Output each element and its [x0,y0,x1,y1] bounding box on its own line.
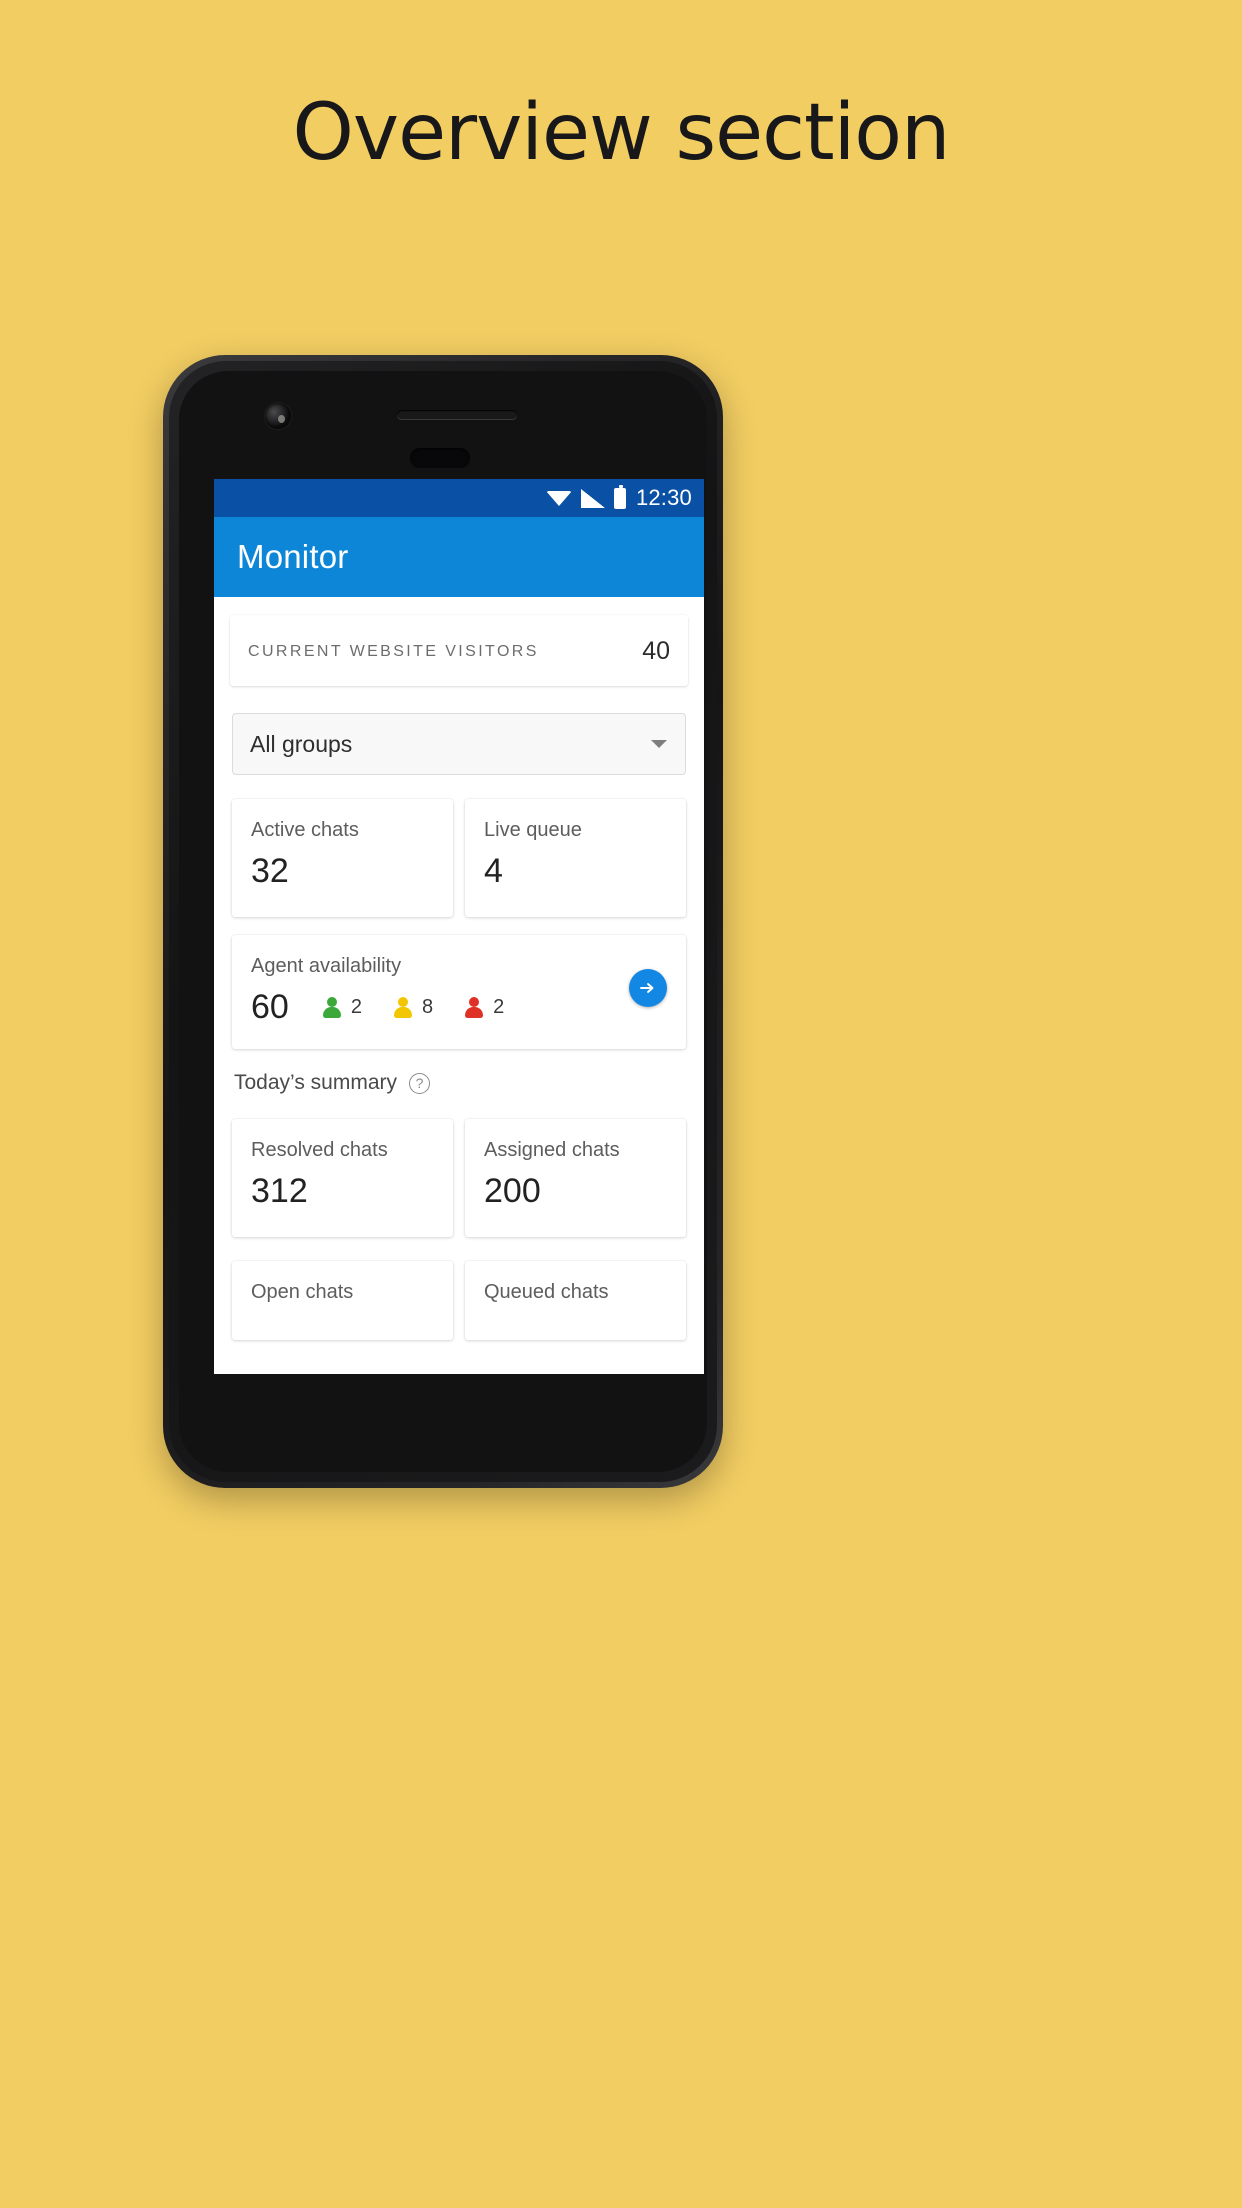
battery-icon [613,484,626,509]
main-content: CURRENT WEBSITE VISITORS 40 All groups A… [214,597,704,1374]
metric-card-assigned-chats[interactable]: Assigned chats 200 [465,1119,686,1237]
metrics-row-summary-2: Open chats Queued chats [232,1261,686,1340]
metric-label: Open chats [251,1281,354,1303]
metric-value: 200 [484,1172,541,1210]
front-camera-icon [265,403,291,429]
current-visitors-label: CURRENT WEBSITE VISITORS [248,642,539,660]
device-body: 12:30 Monitor CURRENT WEBSITE VISITORS 4… [169,361,717,1482]
metric-card-live-queue[interactable]: Live queue 4 [465,799,686,917]
group-filter-dropdown[interactable]: All groups [232,713,686,775]
chevron-down-icon[interactable] [651,740,667,748]
metric-card-open-chats[interactable]: Open chats [232,1261,453,1340]
metric-card-resolved-chats[interactable]: Resolved chats 312 [232,1119,453,1237]
help-icon[interactable]: ? [409,1072,430,1094]
metric-card-active-chats[interactable]: Active chats 32 [232,799,453,917]
metric-card-queued-chats[interactable]: Queued chats [465,1261,686,1340]
agent-availability-label: Agent availability [251,955,402,977]
metric-label: Live queue [484,819,582,841]
device-bezel: 12:30 Monitor CURRENT WEBSITE VISITORS 4… [179,371,707,1472]
group-filter-value: All groups [250,730,353,757]
metric-value: 32 [251,852,289,890]
agent-status-not-accepting: 8 [393,996,434,1019]
status-bar-clock: 12:30 [635,485,692,510]
speaker-grille [397,410,517,419]
earpiece-speaker [410,448,470,468]
app-bar: Monitor [214,517,704,597]
current-visitors-value: 40 [642,637,670,665]
metric-value: 4 [484,852,503,890]
phone-screen: 12:30 Monitor CURRENT WEBSITE VISITORS 4… [214,479,704,1374]
todays-summary-header: Today’s summary ? [234,1071,704,1095]
agent-status-count: 2 [350,996,362,1018]
app-bar-title: Monitor [237,538,349,575]
metric-label: Active chats [251,819,359,841]
agent-availability-row: 60 2 8 2 [251,988,667,1027]
metrics-row-summary-1: Resolved chats 312 Assigned chats 200 [232,1119,686,1237]
agent-availability-details-button[interactable] [629,969,667,1007]
person-green-icon [322,996,341,1019]
arrow-right-icon [640,983,654,993]
metric-label: Queued chats [484,1281,609,1303]
page-title: Overview section [292,88,951,178]
status-bar-icons [545,484,626,509]
current-visitors-card[interactable]: CURRENT WEBSITE VISITORS 40 [230,615,688,686]
agent-availability-card[interactable]: Agent availability 60 2 8 2 [232,935,686,1049]
agent-status-count: 8 [421,996,434,1018]
metrics-row-primary: Active chats 32 Live queue 4 [232,799,686,917]
agent-status-count: 2 [493,996,505,1018]
agent-status-accepting: 2 [322,996,362,1019]
metric-label: Resolved chats [251,1139,388,1161]
metric-label: Assigned chats [484,1139,620,1161]
person-red-icon [465,996,484,1019]
todays-summary-title: Today’s summary [234,1071,397,1094]
agent-availability-total: 60 [251,988,289,1026]
status-bar: 12:30 [214,479,704,517]
agent-status-offline: 2 [465,996,504,1019]
wifi-icon [545,489,572,508]
metric-value: 312 [251,1172,308,1210]
phone-device-mockup: 12:30 Monitor CURRENT WEBSITE VISITORS 4… [163,355,723,1488]
signal-icon [580,488,605,508]
person-yellow-icon [393,996,412,1019]
